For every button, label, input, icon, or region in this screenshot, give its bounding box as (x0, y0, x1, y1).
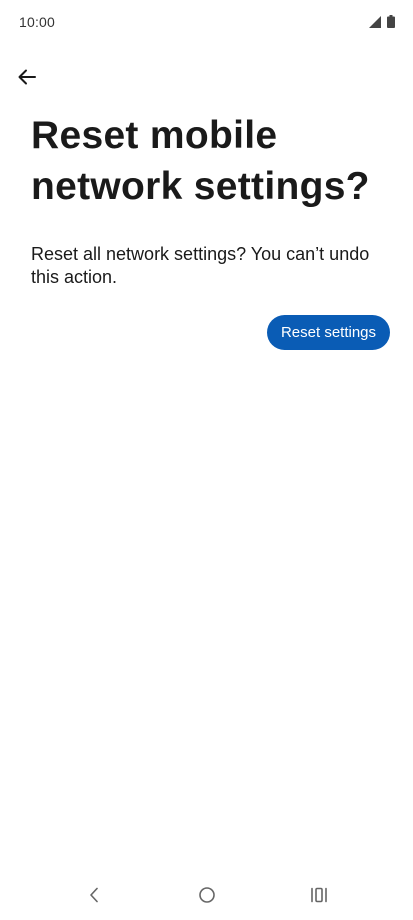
status-time: 10:00 (19, 14, 56, 30)
status-icons (369, 15, 395, 33)
description-text: Reset all network settings? You can’t un… (31, 244, 370, 287)
nav-home-icon (198, 886, 216, 909)
arrow-left-icon (18, 69, 36, 90)
battery-icon (387, 15, 395, 33)
navigation-bar (0, 872, 413, 920)
nav-back-button[interactable] (79, 884, 109, 910)
nav-recents-button[interactable] (304, 884, 334, 910)
nav-recents-icon (310, 887, 328, 908)
signal-icon (369, 15, 381, 33)
reset-settings-button[interactable]: Reset settings (267, 315, 390, 350)
nav-home-button[interactable] (192, 884, 222, 910)
status-bar: 10:00 (0, 0, 413, 44)
back-button[interactable] (10, 62, 44, 96)
nav-back-icon (88, 887, 100, 908)
page-title: Reset mobile network settings? (31, 114, 370, 208)
